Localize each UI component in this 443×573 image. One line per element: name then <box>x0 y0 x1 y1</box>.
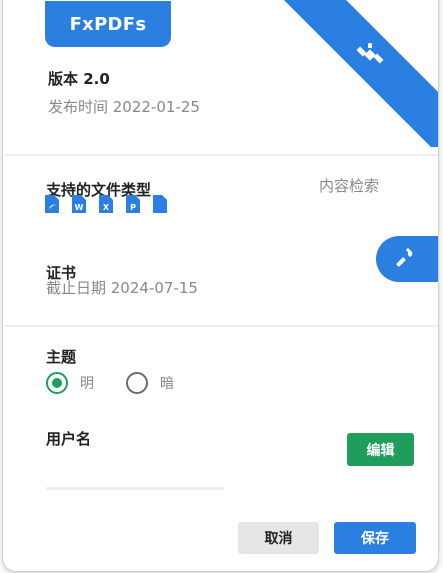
powerpoint-file-icon: P <box>126 195 140 213</box>
edit-username-button[interactable]: 编辑 <box>347 433 414 466</box>
content-search-label: 内容检索 <box>319 177 380 195</box>
divider <box>5 154 438 156</box>
corner-ribbon <box>278 0 438 147</box>
generic-file-icon <box>153 195 167 213</box>
word-file-glyph: W <box>75 203 84 212</box>
about-panel: FxPDFs 版本 2.0 发布时间 2022-01-25 支持的文件类型 W … <box>2 0 439 572</box>
file-type-list: W X P <box>45 195 167 213</box>
theme-options: 明 暗 <box>46 372 206 394</box>
excel-file-icon: X <box>99 195 113 213</box>
version-title: 版本 2.0 <box>48 70 110 88</box>
pdf-file-icon <box>45 195 59 213</box>
brand-logo: FxPDFs <box>45 1 171 47</box>
hammer-icon <box>396 247 416 271</box>
cancel-button[interactable]: 取消 <box>238 522 319 554</box>
certificate-action-button[interactable] <box>376 236 438 282</box>
powerpoint-file-glyph: P <box>130 203 136 212</box>
divider <box>5 325 438 327</box>
theme-light-radio[interactable] <box>46 372 68 394</box>
theme-light-label: 明 <box>80 376 94 392</box>
brand-name: FxPDFs <box>69 13 147 35</box>
theme-title: 主题 <box>46 348 77 366</box>
theme-dark-label: 暗 <box>160 376 174 392</box>
word-file-icon: W <box>72 195 86 213</box>
username-title: 用户名 <box>46 430 92 448</box>
username-field[interactable] <box>46 487 224 490</box>
excel-file-glyph: X <box>103 203 110 212</box>
save-button[interactable]: 保存 <box>334 522 416 554</box>
theme-dark-radio[interactable] <box>126 372 148 394</box>
release-date: 发布时间 2022-01-25 <box>48 98 200 116</box>
certificate-expiry: 截止日期 2024-07-15 <box>46 279 198 297</box>
satellite-icon <box>355 40 385 70</box>
